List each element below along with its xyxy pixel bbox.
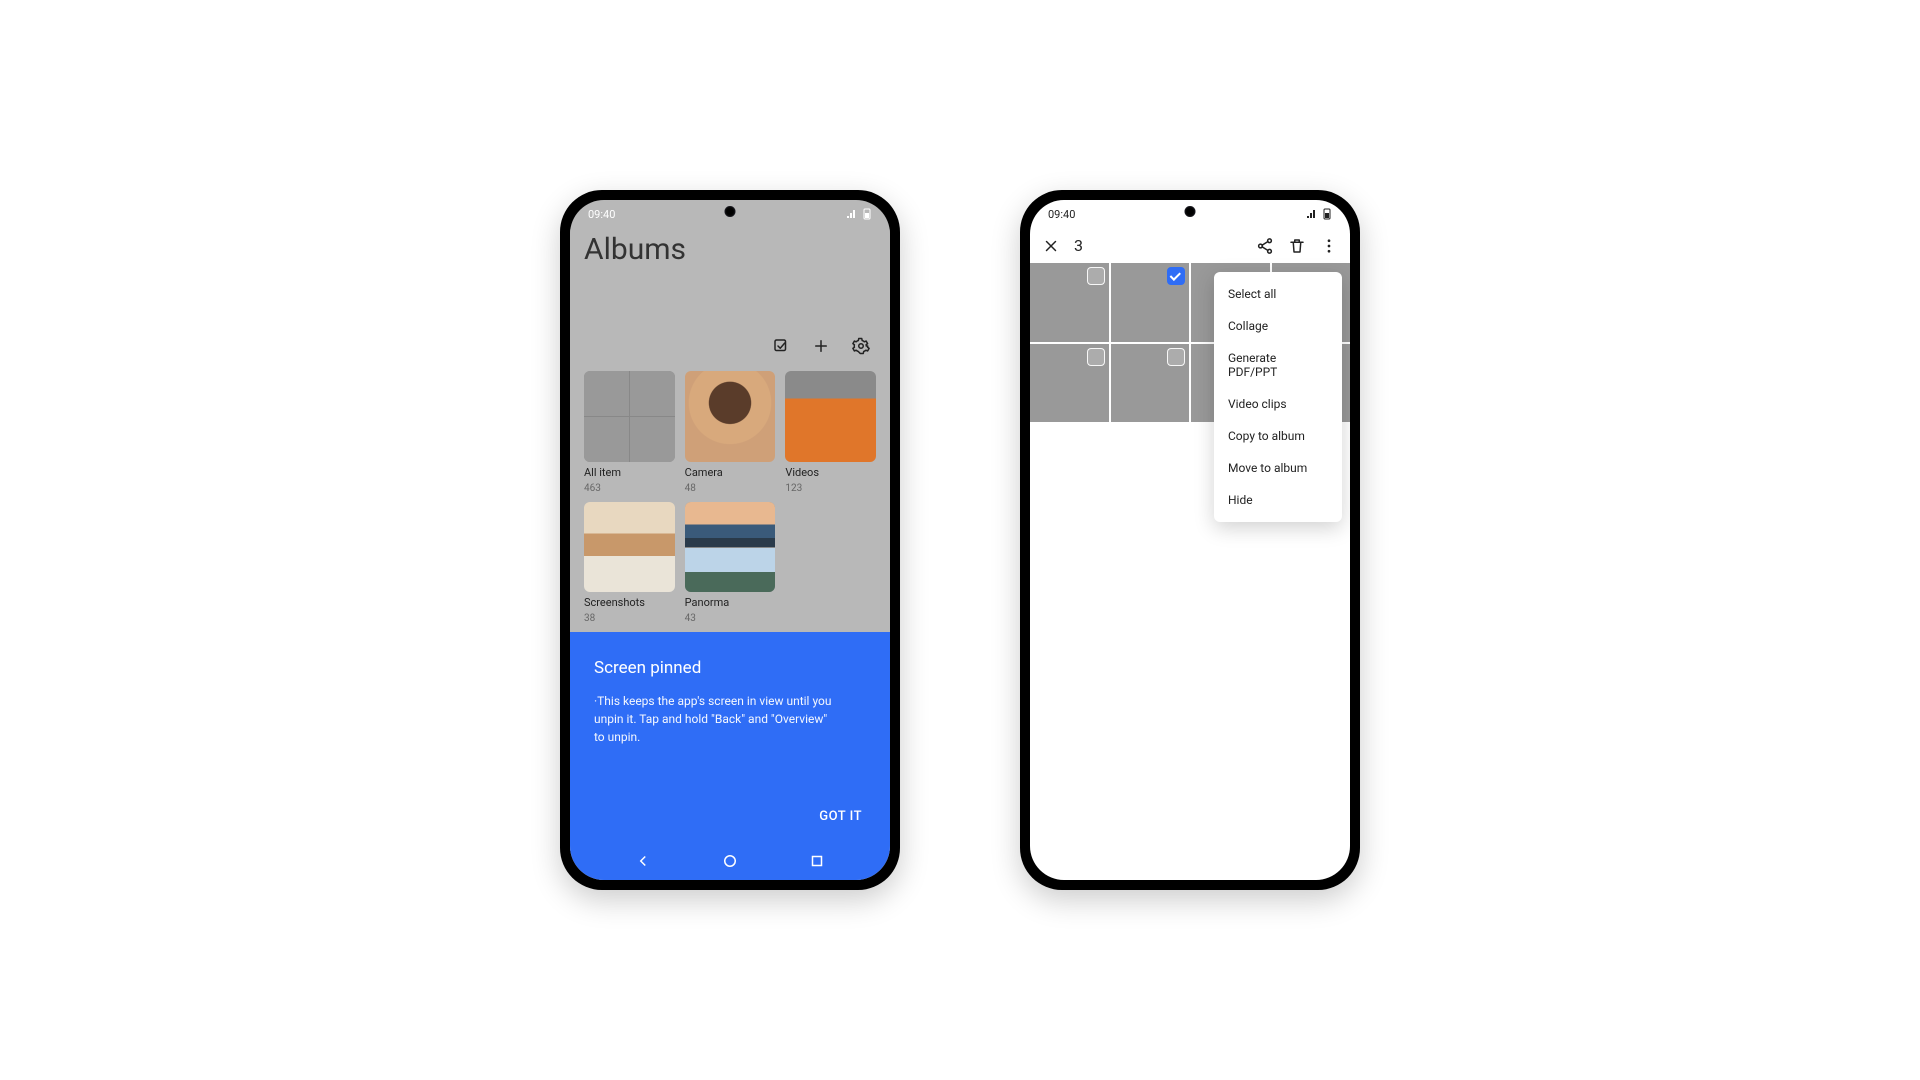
delete-icon[interactable] xyxy=(1288,237,1306,255)
back-icon[interactable] xyxy=(634,852,652,870)
home-icon[interactable] xyxy=(721,852,739,870)
menu-select-all[interactable]: Select all xyxy=(1214,278,1342,310)
more-icon[interactable] xyxy=(1320,237,1338,255)
photo-check[interactable] xyxy=(1087,348,1105,366)
menu-generate-pdf-ppt[interactable]: Generate PDF/PPT xyxy=(1214,342,1342,388)
photo-check-selected[interactable] xyxy=(1167,267,1185,285)
battery-icon xyxy=(862,208,872,220)
album-count: 123 xyxy=(785,483,876,494)
battery-icon xyxy=(1322,208,1332,220)
album-name: Screenshots xyxy=(584,596,675,609)
settings-icon[interactable] xyxy=(852,337,870,355)
menu-copy-to-album[interactable]: Copy to album xyxy=(1214,420,1342,452)
pin-info-sheet: Screen pinned ·This keeps the app's scre… xyxy=(570,632,890,880)
photo-check[interactable] xyxy=(1087,267,1105,285)
selection-count: 3 xyxy=(1074,236,1083,255)
album-panorama[interactable]: Panorma 43 xyxy=(685,502,776,625)
photo-item[interactable] xyxy=(1111,263,1190,342)
album-name: All item xyxy=(584,466,675,479)
got-it-button[interactable]: GOT IT xyxy=(819,809,862,824)
album-count: 43 xyxy=(685,613,776,624)
context-menu: Select all Collage Generate PDF/PPT Vide… xyxy=(1214,272,1342,522)
close-icon[interactable] xyxy=(1042,237,1060,255)
phone-mockup-albums: 09:40 Albums All item 463 xyxy=(560,190,900,890)
album-all-item[interactable]: All item 463 xyxy=(584,371,675,494)
phone-mockup-selection: 09:40 3 Select all Collage xyxy=(1020,190,1360,890)
camera-hole xyxy=(725,206,736,217)
menu-collage[interactable]: Collage xyxy=(1214,310,1342,342)
photo-item[interactable] xyxy=(1030,344,1109,423)
sheet-body: ·This keeps the app's screen in view unt… xyxy=(594,692,834,746)
album-name: Camera xyxy=(685,466,776,479)
page-title: Albums xyxy=(584,232,876,267)
status-icons xyxy=(1306,208,1332,220)
photo-item[interactable] xyxy=(1111,344,1190,423)
album-name: Panorma xyxy=(685,596,776,609)
album-videos[interactable]: Videos 123 xyxy=(785,371,876,494)
share-icon[interactable] xyxy=(1256,237,1274,255)
album-camera[interactable]: Camera 48 xyxy=(685,371,776,494)
album-count: 48 xyxy=(685,483,776,494)
status-time: 09:40 xyxy=(588,208,615,221)
menu-move-to-album[interactable]: Move to album xyxy=(1214,452,1342,484)
signal-icon xyxy=(846,209,858,219)
status-time: 09:40 xyxy=(1048,208,1075,221)
photo-check[interactable] xyxy=(1167,348,1185,366)
status-icons xyxy=(846,208,872,220)
menu-video-clips[interactable]: Video clips xyxy=(1214,388,1342,420)
screen: 09:40 Albums All item 463 xyxy=(570,200,890,880)
screen: 09:40 3 Select all Collage xyxy=(1030,200,1350,880)
album-count: 463 xyxy=(584,483,675,494)
album-count: 38 xyxy=(584,613,675,624)
sheet-title: Screen pinned xyxy=(594,658,866,678)
overview-icon[interactable] xyxy=(808,852,826,870)
nav-bar xyxy=(570,852,890,870)
album-name: Videos xyxy=(785,466,876,479)
signal-icon xyxy=(1306,209,1318,219)
menu-hide[interactable]: Hide xyxy=(1214,484,1342,516)
selection-top-bar: 3 xyxy=(1030,228,1350,263)
photo-item[interactable] xyxy=(1030,263,1109,342)
camera-hole xyxy=(1185,206,1196,217)
album-screenshots[interactable]: Screenshots 38 xyxy=(584,502,675,625)
album-grid: All item 463 Camera 48 Videos 123 xyxy=(584,371,876,624)
add-icon[interactable] xyxy=(812,337,830,355)
select-icon[interactable] xyxy=(772,337,790,355)
album-actions xyxy=(584,337,876,355)
